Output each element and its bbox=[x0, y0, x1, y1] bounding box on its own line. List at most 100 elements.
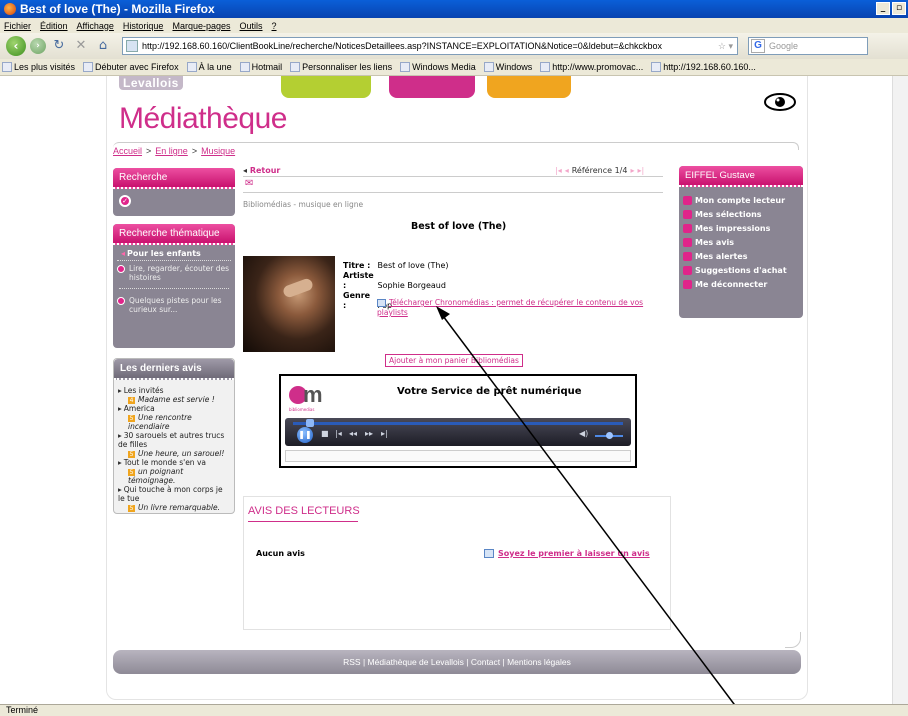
next-icon[interactable]: ▸ bbox=[630, 166, 634, 175]
divider bbox=[243, 176, 663, 177]
kids-link-curious[interactable]: Quelques pistes pour les curieux sur... bbox=[113, 293, 235, 316]
bookmark-icon bbox=[2, 62, 12, 72]
accessibility-eye-icon[interactable] bbox=[763, 92, 797, 112]
mail-icon bbox=[683, 252, 692, 261]
previous-track-button[interactable]: |◂ bbox=[335, 429, 342, 438]
add-to-basket-button[interactable]: Ajouter à mon panier Bibliomédias bbox=[385, 354, 523, 367]
bookmark-item[interactable]: Débuter avec Firefox bbox=[83, 62, 179, 72]
bookmark-item[interactable]: Les plus visités bbox=[2, 62, 75, 72]
menu-marque-pages[interactable]: Marque-pages bbox=[172, 21, 230, 31]
download-icon bbox=[377, 299, 386, 307]
menu-help[interactable]: ? bbox=[272, 21, 277, 31]
url-bar[interactable]: http://192.168.60.160/ClientBookLine/rec… bbox=[122, 37, 738, 55]
review-quote[interactable]: 5 Une heure, un sarouel! bbox=[114, 449, 234, 458]
review-title[interactable]: ▸ 30 sarouels et autres trucs de filles bbox=[114, 431, 234, 449]
review-title[interactable]: ▸ Qui touche à mon corps je le tue bbox=[114, 485, 234, 503]
bookmark-star-icon[interactable]: ☆ ▾ bbox=[718, 41, 733, 52]
logout-link[interactable]: Me déconnecter bbox=[679, 277, 803, 291]
site-favicon bbox=[126, 40, 138, 52]
bookmark-icon bbox=[83, 62, 94, 72]
menu-outils[interactable]: Outils bbox=[240, 21, 263, 31]
reference-nav: |◂ ◂ Référence 1/4 ▸ ▸| bbox=[555, 166, 644, 175]
review-quote[interactable]: 4 Madame est servie ! bbox=[114, 395, 234, 404]
search-panel-title[interactable]: Recherche bbox=[113, 168, 235, 189]
window-titlebar: Best of love (The) - Mozilla Firefox _ ▫ bbox=[0, 0, 908, 18]
bookmark-item[interactable]: http://www.promovac... bbox=[540, 62, 643, 72]
kids-heading[interactable]: Pour les enfants bbox=[117, 245, 231, 261]
review-quote[interactable]: 5 un poignant témoignage. bbox=[114, 467, 234, 485]
bookmark-item[interactable]: Hotmail bbox=[239, 62, 282, 72]
header-color-tab-orange bbox=[487, 76, 571, 98]
menu-fichier[interactable]: Fichier bbox=[4, 21, 31, 31]
my-selections-link[interactable]: Mes sélections bbox=[679, 207, 803, 221]
home-icon[interactable]: ⌂ bbox=[94, 37, 112, 55]
window-title: Best of love (The) - Mozilla Firefox bbox=[20, 2, 215, 16]
seek-handle[interactable] bbox=[306, 419, 315, 427]
basket-icon bbox=[683, 210, 692, 219]
purchase-suggestions-link[interactable]: Suggestions d'achat bbox=[679, 263, 803, 277]
review-quote[interactable]: 5 Un livre remarquable. bbox=[114, 503, 234, 512]
vertical-scrollbar[interactable] bbox=[892, 76, 908, 704]
page-icon bbox=[290, 62, 301, 72]
rewind-button[interactable]: ◂◂ bbox=[349, 429, 357, 438]
stop-button[interactable]: ■ bbox=[321, 429, 329, 438]
search-box[interactable]: G Google bbox=[748, 37, 868, 55]
navigation-toolbar: ‹ › ↻ ✕ ⌂ http://192.168.60.160/ClientBo… bbox=[0, 33, 908, 59]
breadcrumb-home[interactable]: Accueil bbox=[113, 146, 142, 156]
account-user-name: EIFFEL Gustave bbox=[679, 166, 803, 187]
menu-historique[interactable]: Historique bbox=[123, 21, 164, 31]
fast-forward-button[interactable]: ▸▸ bbox=[365, 429, 373, 438]
review-quote[interactable]: 5 Une rencontre incendiaire bbox=[114, 413, 234, 431]
my-prints-link[interactable]: Mes impressions bbox=[679, 221, 803, 235]
review-title[interactable]: ▸ Les invités bbox=[114, 386, 234, 395]
google-icon[interactable]: G bbox=[751, 39, 765, 53]
thematic-panel-title[interactable]: Recherche thématique bbox=[113, 224, 235, 245]
share-icon[interactable]: ✉ bbox=[245, 178, 253, 189]
bookmark-item[interactable]: Windows bbox=[483, 62, 532, 72]
maximize-button[interactable]: ▫ bbox=[892, 2, 906, 15]
write-review-link[interactable]: Soyez le premier à laisser un avis bbox=[484, 549, 650, 558]
field-title: Titre : Best of love (The) bbox=[343, 261, 449, 270]
status-bar: Terminé bbox=[0, 704, 908, 716]
page-icon bbox=[400, 62, 411, 72]
bibliomedias-logo: m bibliomedias bbox=[289, 382, 333, 412]
pause-button[interactable]: ❚❚ bbox=[297, 427, 313, 443]
forward-button[interactable]: › bbox=[30, 38, 46, 54]
volume-handle[interactable] bbox=[606, 432, 613, 439]
back-button[interactable]: ‹ bbox=[6, 36, 26, 56]
review-title[interactable]: ▸ America bbox=[114, 404, 234, 413]
menu-edition[interactable]: Édition bbox=[40, 21, 68, 31]
stop-icon[interactable]: ✕ bbox=[72, 37, 90, 55]
last-icon[interactable]: ▸| bbox=[637, 166, 644, 175]
menu-bar: Fichier Édition Affichage Historique Mar… bbox=[0, 18, 908, 33]
site-logo[interactable]: Médiathèque bbox=[119, 102, 287, 136]
my-alerts-link[interactable]: Mes alertes bbox=[679, 249, 803, 263]
kids-link-stories[interactable]: Lire, regarder, écouter des histoires bbox=[113, 261, 235, 284]
bookmark-item[interactable]: Personnaliser les liens bbox=[290, 62, 392, 72]
bookmark-item[interactable]: Windows Media bbox=[400, 62, 476, 72]
reload-icon[interactable]: ↻ bbox=[50, 37, 68, 55]
breadcrumb-online[interactable]: En ligne bbox=[155, 146, 188, 156]
search-go-icon[interactable]: ✓ bbox=[119, 195, 131, 207]
site-footer[interactable]: RSS | Médiathèque de Levallois | Contact… bbox=[113, 650, 801, 674]
volume-icon[interactable]: ◀) bbox=[579, 429, 588, 438]
logout-icon bbox=[683, 280, 692, 289]
my-reviews-link[interactable]: Mes avis bbox=[679, 235, 803, 249]
heading-underline bbox=[248, 521, 358, 522]
breadcrumb-music[interactable]: Musique bbox=[201, 146, 235, 156]
download-chronomedias-link[interactable]: Télécharger Chronomédias : permet de réc… bbox=[377, 298, 667, 318]
field-artist: Artiste : Sophie Borgeaud bbox=[343, 271, 446, 290]
bookmark-item[interactable]: À la une bbox=[186, 62, 232, 72]
page-icon bbox=[239, 62, 250, 72]
my-account-link[interactable]: Mon compte lecteur bbox=[679, 193, 803, 207]
next-track-button[interactable]: ▸| bbox=[381, 429, 388, 438]
menu-affichage[interactable]: Affichage bbox=[77, 21, 114, 31]
review-title[interactable]: ▸ Tout le monde s'en va bbox=[114, 458, 234, 467]
first-icon: |◂ bbox=[555, 166, 562, 175]
back-link[interactable]: Retour bbox=[243, 166, 281, 175]
account-links: Mon compte lecteur Mes sélections Mes im… bbox=[679, 187, 803, 291]
seek-bar[interactable] bbox=[293, 422, 623, 425]
bookmark-item[interactable]: http://192.168.60.160... bbox=[651, 62, 756, 72]
thematic-panel: Recherche thématique Pour les enfants Li… bbox=[113, 224, 235, 348]
minimize-button[interactable]: _ bbox=[876, 2, 890, 15]
